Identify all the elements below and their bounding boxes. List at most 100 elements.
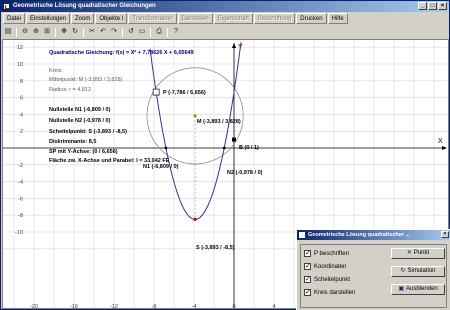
checkbox-label: P beschriften <box>314 250 349 257</box>
toolbar-separator <box>167 27 168 37</box>
redo-icon[interactable]: ↷ <box>109 27 119 37</box>
simulation-button[interactable]: ↻ Simulation <box>391 266 445 277</box>
refresh-icon[interactable]: ↺ <box>126 27 136 37</box>
undo-icon[interactable]: ↶ <box>98 27 108 37</box>
simulation-icon: ↻ <box>400 268 406 274</box>
y-intercept-info: SP mit Y-Achse: (0 / 6,656) <box>49 149 118 155</box>
app-icon <box>3 3 10 10</box>
button-label: Punkt <box>413 250 430 256</box>
menu-datei[interactable]: Datei <box>3 13 26 24</box>
function-equation: Quadratische Gleichung: f(x) = X² + 7,78… <box>49 50 194 56</box>
y-tick-label: 8 <box>20 79 23 85</box>
menu-hilfe[interactable]: Hilfe <box>327 13 348 24</box>
parabola-curve <box>149 42 242 220</box>
maximize-button[interactable]: □ <box>428 2 437 10</box>
checkbox-row[interactable]: ✓ Scheitelpunkt <box>304 276 350 283</box>
title-bar: Geometrische Lösung quadratischer Gleich… <box>1 1 449 12</box>
point-n1-label: N1 (-6,809 / 0) <box>143 164 179 170</box>
toolbar-separator <box>83 27 84 37</box>
point-n2-marker <box>222 146 226 150</box>
point-m-label: M (-3,893 / 3,828) <box>197 119 241 125</box>
menu-zoom[interactable]: Zoom <box>71 13 95 24</box>
button-label: Ausblenden <box>405 286 438 292</box>
rotate-icon[interactable]: ↻ <box>70 27 80 37</box>
y-tick-label: -4 <box>18 180 23 186</box>
zoom-out-icon[interactable]: ⊖ <box>20 27 30 37</box>
checkbox[interactable]: ✓ <box>304 289 311 296</box>
menu-objekte-i[interactable]: Objekte I <box>95 13 128 24</box>
menu-beschriftung: Beschriftung <box>253 13 296 24</box>
select-icon[interactable]: ▭ <box>137 27 147 37</box>
dialog-title-bar: Geometrische Lösung quadratischer ... × <box>297 230 450 240</box>
x-tick-label: -12 <box>110 304 118 309</box>
file-icon[interactable]: ▤ <box>3 27 13 37</box>
circle-heading: Kreis: <box>49 68 64 74</box>
x-tick-label: -16 <box>70 304 78 309</box>
x-tick-label: 0 <box>232 304 235 309</box>
vertex-info: Scheitelpunkt: S (-3,893 / -8,5) <box>49 129 127 135</box>
zero-n2-info: Nullstelle N2 (-0,978 / 0) <box>49 118 111 124</box>
checkbox-label: Kreis darstellen <box>314 289 356 296</box>
cut-icon[interactable]: ✂ <box>87 27 97 37</box>
minimize-button[interactable]: _ <box>418 2 427 10</box>
point-n2-label: N2 (-0,978 / 0) <box>227 170 263 176</box>
menu-einstellungen[interactable]: Einstellungen <box>26 13 71 24</box>
zoom-in-icon[interactable]: ⊕ <box>31 27 41 37</box>
y-tick-label: -2 <box>18 163 23 169</box>
menu-transformation: Transformation <box>128 13 177 24</box>
x-tick-label: -20 <box>30 304 38 309</box>
y-axis-arrow <box>232 43 236 48</box>
y-tick-label: 10 <box>17 62 23 68</box>
x-tick-label: 4 <box>272 304 275 309</box>
x-axis-label: X <box>438 138 443 145</box>
point-b-label: B (0 / 1) <box>239 145 259 151</box>
point-s-label: S (-3,893 / -8,5) <box>196 245 235 251</box>
zoom-window-icon[interactable]: ⊞ <box>42 27 52 37</box>
checkbox-row[interactable]: ✓ Koordinaten <box>304 263 346 270</box>
menu-darstellen: Darstellen <box>177 13 213 24</box>
y-tick-label: -10 <box>15 230 23 236</box>
y-tick-label: -6 <box>18 196 23 202</box>
y-tick-label: 6 <box>20 96 23 102</box>
ausblenden-icon: ▣ <box>398 286 404 292</box>
x-axis-arrow <box>442 146 447 150</box>
y-tick-label: -8 <box>18 213 23 219</box>
window-title: Geometrische Lösung quadratischer Gleich… <box>13 3 156 9</box>
x-tick-label: -4 <box>192 304 197 309</box>
ausblenden-button[interactable]: ▣ Ausblenden <box>391 284 445 295</box>
help-icon[interactable]: ? <box>171 27 181 37</box>
circle-center: Mittelpunkt: M (-3,893 / 3,828) <box>49 77 123 83</box>
move-icon[interactable]: ✥ <box>59 27 69 37</box>
point-p-label: P (-7,786 / 6,656) <box>163 90 206 96</box>
zero-n1-info: Nullstelle N1 (-6,809 / 0) <box>49 107 111 113</box>
x-tick-label: -8 <box>152 304 157 309</box>
checkbox-row[interactable]: ✓ P beschriften <box>304 250 349 257</box>
point-s-marker <box>193 217 197 221</box>
toolbar-separator <box>16 27 17 37</box>
menu-eigenschaft: Eigenschaft <box>213 13 253 24</box>
discriminant-info: Diskriminante: 8,5 <box>49 139 97 145</box>
circle-radius: Radius: r = 4,812 <box>49 87 92 93</box>
checkbox-label: Scheitelpunkt <box>314 276 351 283</box>
options-dialog: Geometrische Lösung quadratischer ... × … <box>296 229 450 310</box>
y-tick-label: 2 <box>20 129 23 135</box>
y-tick-label: 12 <box>17 45 23 51</box>
toolbar-separator <box>150 27 151 37</box>
menu-drucken[interactable]: Drucken <box>296 13 327 24</box>
checkbox-row[interactable]: ✓ Kreis darstellen <box>304 289 355 296</box>
checkbox[interactable]: ✓ <box>304 250 311 257</box>
dialog-title: Geometrische Lösung quadratischer ... <box>308 232 411 238</box>
checkbox[interactable]: ✓ <box>304 276 311 283</box>
point-p-marker <box>152 88 160 96</box>
punkt-button[interactable]: ✕ Punkt <box>391 248 445 259</box>
app-window: Geometrische Lösung quadratischer Gleich… <box>0 0 450 310</box>
checkbox[interactable]: ✓ <box>304 263 311 270</box>
dialog-close-button[interactable]: × <box>441 231 449 238</box>
toolbar-separator <box>55 27 56 37</box>
close-button[interactable]: × <box>438 2 447 10</box>
print-icon[interactable]: ⎙ <box>154 27 164 37</box>
dialog-app-icon <box>299 232 305 238</box>
point-m-marker <box>193 114 197 118</box>
point-b-marker <box>232 137 236 142</box>
checkbox-label: Koordinaten <box>314 263 347 270</box>
